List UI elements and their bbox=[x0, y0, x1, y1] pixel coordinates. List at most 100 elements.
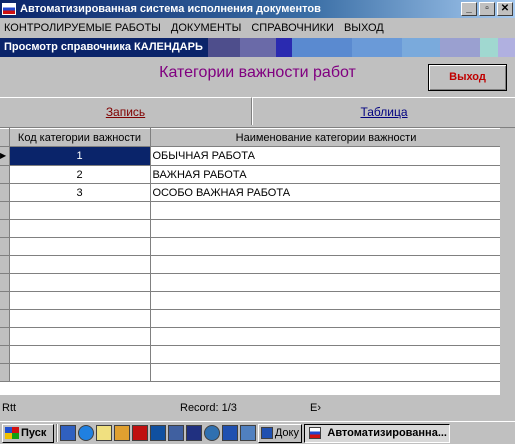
cell-code[interactable] bbox=[9, 273, 151, 292]
cell-name[interactable] bbox=[150, 345, 501, 364]
globe-icon[interactable] bbox=[204, 425, 220, 441]
subcaption-text: Просмотр справочника КАЛЕНДАРЬ bbox=[0, 38, 208, 57]
cell-code[interactable] bbox=[9, 363, 151, 382]
stripe bbox=[480, 38, 498, 57]
window-title: Автоматизированная система исполнения до… bbox=[20, 3, 321, 15]
stripe bbox=[292, 38, 352, 57]
vertical-scrollbar[interactable] bbox=[500, 128, 515, 395]
table-row[interactable] bbox=[0, 201, 501, 220]
cell-name[interactable] bbox=[150, 309, 501, 328]
table-row[interactable] bbox=[0, 237, 501, 256]
cell-code[interactable] bbox=[9, 219, 151, 238]
cell-name[interactable] bbox=[150, 291, 501, 310]
table-row[interactable]: 2 ВАЖНАЯ РАБОТА bbox=[0, 165, 501, 184]
table-row[interactable] bbox=[0, 255, 501, 274]
save-disk-icon[interactable] bbox=[186, 425, 202, 441]
word-doc-icon bbox=[261, 427, 273, 439]
explorer-icon[interactable] bbox=[150, 425, 166, 441]
cell-name[interactable] bbox=[150, 363, 501, 382]
tab-record[interactable]: Запись bbox=[0, 97, 252, 125]
table-row[interactable] bbox=[0, 345, 501, 364]
tab-strip: Запись Таблица bbox=[0, 97, 515, 125]
data-grid: Код категории важности Наименование кате… bbox=[0, 127, 515, 395]
menu-controlled-works[interactable]: КОНТРОЛИРУЕМЫЕ РАБОТЫ bbox=[0, 22, 167, 34]
row-indicator bbox=[0, 327, 10, 346]
row-indicator bbox=[0, 345, 10, 364]
cell-name[interactable] bbox=[150, 219, 501, 238]
grid-header-row: Код категории важности Наименование кате… bbox=[0, 128, 501, 147]
status-left: Rtt bbox=[2, 401, 17, 414]
cell-name[interactable] bbox=[150, 255, 501, 274]
table-row[interactable] bbox=[0, 309, 501, 328]
stripe bbox=[276, 38, 292, 57]
row-indicator bbox=[0, 237, 10, 256]
start-label: Пуск bbox=[21, 427, 47, 439]
table-row[interactable]: 3 ОСОБО ВАЖНАЯ РАБОТА bbox=[0, 183, 501, 202]
stripe bbox=[440, 38, 480, 57]
start-button[interactable]: Пуск bbox=[2, 423, 54, 443]
cell-code[interactable] bbox=[9, 255, 151, 274]
cell-code[interactable]: 2 bbox=[9, 165, 151, 184]
cell-code[interactable]: 3 bbox=[9, 183, 151, 202]
row-indicator bbox=[0, 219, 10, 238]
restore-button[interactable]: ▫ bbox=[479, 2, 495, 16]
grid-table: Код категории важности Наименование кате… bbox=[0, 128, 501, 382]
cell-code[interactable] bbox=[9, 291, 151, 310]
word-icon[interactable] bbox=[222, 425, 238, 441]
cell-name[interactable] bbox=[150, 273, 501, 292]
cell-code[interactable] bbox=[9, 201, 151, 220]
table-row[interactable] bbox=[0, 291, 501, 310]
app-flag-icon bbox=[2, 3, 16, 15]
row-indicator bbox=[0, 165, 10, 184]
notepad-icon[interactable] bbox=[96, 425, 112, 441]
stripe bbox=[240, 38, 276, 57]
cell-name[interactable]: ОСОБО ВАЖНАЯ РАБОТА bbox=[150, 183, 501, 202]
header-name[interactable]: Наименование категории важности bbox=[150, 128, 501, 147]
table-row[interactable] bbox=[0, 219, 501, 238]
cell-code[interactable] bbox=[9, 237, 151, 256]
browser-icon[interactable] bbox=[78, 425, 94, 441]
minimize-button[interactable]: _ bbox=[461, 2, 477, 16]
task-app-label: Автоматизированна... bbox=[327, 427, 447, 439]
row-indicator: ▶ bbox=[0, 146, 10, 166]
cell-code[interactable]: 1 bbox=[9, 146, 151, 166]
row-indicator bbox=[0, 201, 10, 220]
paint-icon[interactable] bbox=[114, 425, 130, 441]
taskbar-separator bbox=[56, 424, 58, 442]
task-app[interactable]: Автоматизированна... bbox=[304, 423, 450, 443]
header-indicator bbox=[0, 128, 10, 147]
task-app-flag-icon bbox=[309, 427, 322, 439]
stripe bbox=[402, 38, 440, 57]
windows-logo-icon bbox=[5, 427, 19, 439]
app-red-icon[interactable] bbox=[132, 425, 148, 441]
table-row[interactable] bbox=[0, 327, 501, 346]
stripe bbox=[208, 38, 240, 57]
cell-code[interactable] bbox=[9, 345, 151, 364]
cell-name[interactable] bbox=[150, 201, 501, 220]
cell-name[interactable]: ВАЖНАЯ РАБОТА bbox=[150, 165, 501, 184]
media-icon[interactable] bbox=[240, 425, 256, 441]
cell-code[interactable] bbox=[9, 327, 151, 346]
exit-button[interactable]: Выход bbox=[428, 64, 507, 91]
menu-documents[interactable]: ДОКУМЕНТЫ bbox=[167, 22, 247, 34]
table-row[interactable] bbox=[0, 273, 501, 292]
menu-exit[interactable]: ВЫХОД bbox=[340, 22, 390, 34]
desktop-icon[interactable] bbox=[60, 425, 76, 441]
cell-name[interactable] bbox=[150, 327, 501, 346]
task-document[interactable]: Доку bbox=[258, 423, 302, 443]
window-titlebar: Автоматизированная система исполнения до… bbox=[0, 0, 515, 18]
tab-table[interactable]: Таблица bbox=[252, 97, 515, 125]
taskbar: Пуск Доку Автоматизированна... bbox=[0, 421, 515, 444]
table-row[interactable] bbox=[0, 363, 501, 382]
row-indicator bbox=[0, 309, 10, 328]
cell-name[interactable]: ОБЫЧНАЯ РАБОТА bbox=[150, 146, 501, 166]
cell-name[interactable] bbox=[150, 237, 501, 256]
close-button[interactable]: ✕ bbox=[497, 2, 513, 16]
task-document-label: Доку bbox=[274, 427, 299, 439]
menu-references[interactable]: СПРАВОЧНИКИ bbox=[247, 22, 340, 34]
header-code[interactable]: Код категории важности bbox=[9, 128, 151, 147]
status-right: E› bbox=[310, 401, 321, 414]
table-row[interactable]: ▶ 1 ОБЫЧНАЯ РАБОТА bbox=[0, 146, 501, 166]
cell-code[interactable] bbox=[9, 309, 151, 328]
calculator-icon[interactable] bbox=[168, 425, 184, 441]
